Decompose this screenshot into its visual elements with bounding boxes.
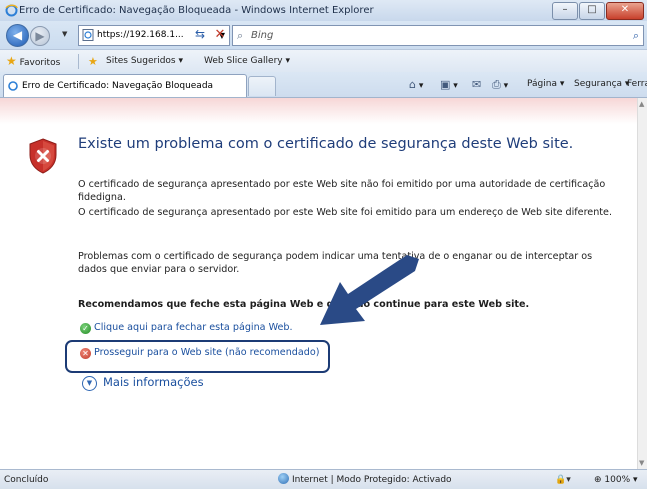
more-information-toggle[interactable]: ▼ Mais informações: [82, 375, 204, 391]
pointer-arrow-annotation: [320, 255, 419, 325]
continue-link-text: Prosseguir para o Web site (não recomend…: [94, 347, 320, 358]
globe-icon: [278, 473, 289, 484]
page-icon: [82, 29, 94, 41]
search-input[interactable]: ⌕ Bing ⌕: [232, 25, 644, 46]
scroll-down-icon[interactable]: ▼: [639, 459, 644, 467]
browser-window: Erro de Certificado: Navegação Bloqueada…: [0, 0, 647, 489]
refresh-icon[interactable]: ⇆: [190, 25, 210, 44]
zoom-value: 100%: [604, 475, 631, 485]
stop-icon[interactable]: ✕: [211, 25, 229, 44]
back-button[interactable]: ◀: [6, 24, 29, 47]
protected-mode-icon[interactable]: 🔒▾: [555, 470, 571, 489]
web-slice-gallery-label: Web Slice Gallery ▾: [204, 56, 290, 66]
security-zone[interactable]: Internet | Modo Protegido: Activado: [278, 470, 452, 489]
favorites-label: Favoritos: [19, 58, 61, 68]
tab-certificate-error[interactable]: Erro de Certificado: Navegação Bloqueada: [3, 74, 247, 97]
error-banner-gradient: [0, 98, 637, 124]
favorites-bar: ★ Favoritos ★ Sites Sugeridos ▾ Web Slic…: [0, 49, 647, 73]
minimize-button[interactable]: –: [552, 2, 578, 20]
window-controls: – □ ✕: [551, 2, 644, 20]
vertical-scrollbar[interactable]: ▲ ▼: [637, 98, 647, 469]
mail-icon[interactable]: ✉: [472, 72, 481, 97]
continue-to-website-link[interactable]: ✕ Prosseguir para o Web site (não recomen…: [80, 347, 319, 359]
home-icon[interactable]: ⌂ ▾: [409, 72, 423, 97]
maximize-button[interactable]: □: [579, 2, 605, 20]
address-toolbar: ◀ ▶ ▼ https://192.168.1... ▼ ⇆ ✕ ⌕ Bing …: [0, 21, 647, 49]
tools-menu[interactable]: Ferramentas ▾: [627, 72, 647, 97]
add-favorite-icon[interactable]: ★: [88, 50, 98, 73]
search-go-icon[interactable]: ⌕: [633, 26, 639, 45]
chevron-down-icon: ▼: [82, 376, 97, 391]
star-icon: ★: [6, 54, 17, 68]
window-title: Erro de Certificado: Navegação Bloqueada…: [19, 5, 374, 16]
ie-logo-icon: [5, 4, 18, 17]
search-icon: ⌕: [237, 29, 244, 42]
close-page-link[interactable]: ✓ Clique aqui para fechar esta página Web…: [80, 322, 293, 334]
page-title: Existe um problema com o certificado de …: [78, 136, 574, 152]
suggested-sites-button[interactable]: Sites Sugeridos ▾: [106, 50, 183, 73]
green-check-shield-icon: ✓: [80, 323, 91, 334]
suggested-sites-label: Sites Sugeridos ▾: [106, 56, 183, 66]
paragraph-different-address: O certificado de segurança apresentado p…: [78, 207, 613, 218]
url-text: https://192.168.1...: [97, 30, 184, 40]
page-menu[interactable]: Página ▾: [527, 72, 564, 97]
recommendation-text: Recomendamos que feche esta página Web e…: [78, 299, 530, 310]
close-page-link-text: Clique aqui para fechar esta página Web.: [94, 322, 293, 333]
recent-pages-dropdown-icon[interactable]: ▼: [62, 30, 67, 38]
more-information-text: Mais informações: [103, 375, 204, 389]
shield-error-icon: [29, 138, 57, 174]
new-tab-button[interactable]: [248, 76, 276, 96]
paragraph-untrusted-authority: O certificado de segurança apresentado p…: [78, 179, 606, 203]
divider: [78, 54, 79, 69]
title-bar: Erro de Certificado: Navegação Bloqueada…: [0, 0, 647, 21]
web-slice-gallery-button[interactable]: Web Slice Gallery ▾: [204, 50, 290, 73]
feeds-icon[interactable]: ▣ ▾: [440, 72, 458, 97]
forward-button[interactable]: ▶: [30, 26, 50, 46]
close-window-button[interactable]: ✕: [606, 2, 644, 20]
tab-row: Erro de Certificado: Navegação Bloqueada…: [0, 72, 647, 98]
page-icon: [8, 81, 18, 91]
scroll-up-icon[interactable]: ▲: [639, 100, 644, 108]
print-icon[interactable]: ⎙ ▾: [492, 72, 508, 97]
red-x-shield-icon: ✕: [80, 348, 91, 359]
status-bar: Concluído Internet | Modo Protegido: Act…: [0, 469, 647, 489]
safety-menu[interactable]: Segurança ▾: [574, 72, 629, 97]
zoom-level[interactable]: ⊕ 100% ▾: [594, 470, 638, 489]
status-text: Concluído: [4, 475, 49, 485]
search-placeholder: Bing: [251, 30, 274, 41]
tab-label: Erro de Certificado: Navegação Bloqueada: [22, 81, 214, 91]
security-zone-text: Internet | Modo Protegido: Activado: [292, 475, 452, 485]
